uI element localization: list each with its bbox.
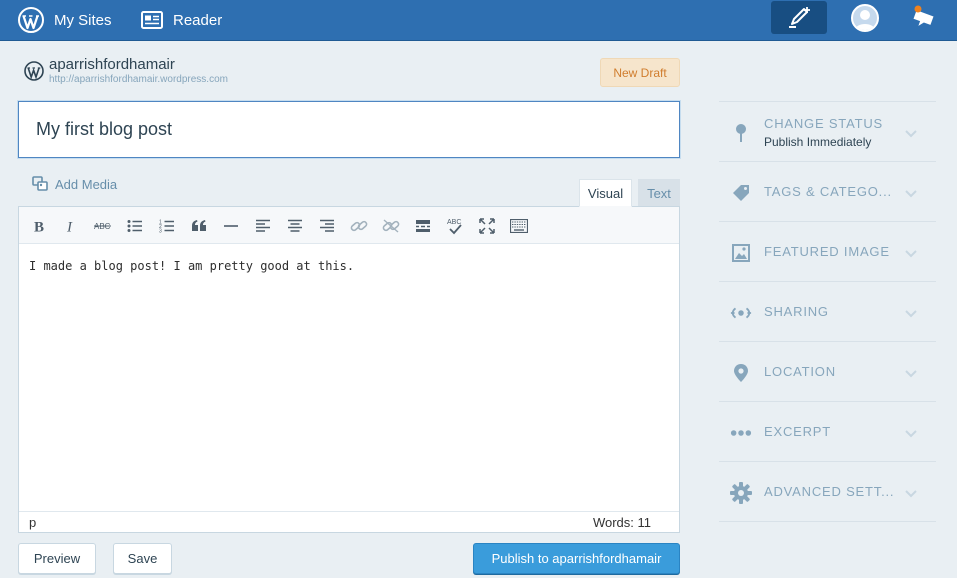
fullscreen-icon <box>479 217 495 234</box>
strikethrough-button[interactable]: ABC <box>90 207 116 244</box>
sidebar-item-location[interactable]: LOCATION <box>719 342 936 402</box>
svg-text:3: 3 <box>159 228 162 233</box>
sidebar-item-featured-image[interactable]: FEATURED IMAGE <box>719 222 936 282</box>
bold-icon: B <box>34 219 44 233</box>
blockquote-button[interactable] <box>186 207 212 244</box>
link-button[interactable] <box>346 207 372 244</box>
svg-text:B: B <box>34 219 44 233</box>
reader-icon <box>141 11 163 29</box>
chevron-down-icon <box>905 370 917 378</box>
sidebar-item-sublabel: Publish Immediately <box>764 135 872 149</box>
align-right-icon <box>320 219 334 232</box>
chevron-down-icon <box>905 250 917 258</box>
chevron-down-icon <box>905 490 917 498</box>
chevron-down-icon <box>905 190 917 198</box>
word-count: Words: 11 <box>592 515 651 530</box>
reader-link[interactable]: Reader <box>141 0 222 40</box>
bold-button[interactable]: B <box>26 207 52 244</box>
sidebar-item-excerpt[interactable]: EXCERPT <box>719 402 936 462</box>
reader-label: Reader <box>173 11 223 29</box>
svg-text:I: I <box>66 219 73 233</box>
add-media-label: Add Media <box>55 176 118 192</box>
avatar-silhouette-icon <box>855 10 875 30</box>
read-more-button[interactable] <box>410 207 436 244</box>
tab-text[interactable]: Text <box>638 179 680 207</box>
align-center-button[interactable] <box>282 207 308 244</box>
tag-icon <box>730 182 752 204</box>
masterbar: My Sites Reader <box>0 0 957 41</box>
my-sites-label: My Sites <box>54 11 112 29</box>
write-icon <box>789 6 810 28</box>
sidebar-item-label: TAGS & CATEGO... <box>764 184 892 199</box>
link-icon <box>350 220 368 231</box>
sidebar-item-change-status[interactable]: CHANGE STATUS Publish Immediately <box>719 102 936 162</box>
gear-icon <box>730 482 752 504</box>
bullet-list-button[interactable] <box>122 207 148 244</box>
publish-button[interactable]: Publish to aparrishfordhamair <box>473 543 680 574</box>
spellcheck-button[interactable]: ABC <box>442 207 468 244</box>
italic-button[interactable]: I <box>58 207 84 244</box>
add-media-button[interactable]: Add Media <box>32 176 117 192</box>
align-right-button[interactable] <box>314 207 340 244</box>
notifications-icon <box>913 5 934 26</box>
blockquote-icon <box>192 219 206 231</box>
chevron-down-icon <box>905 430 917 438</box>
location-icon <box>730 362 752 384</box>
bullet-list-icon <box>127 219 142 232</box>
svg-text:ABC: ABC <box>447 219 461 226</box>
strikethrough-icon: ABC <box>94 222 111 231</box>
my-sites-link[interactable]: My Sites <box>18 0 112 40</box>
chevron-down-icon <box>905 130 917 138</box>
avatar[interactable] <box>851 4 879 32</box>
italic-icon: I <box>66 219 73 233</box>
numbered-list-icon: 123 <box>159 219 174 233</box>
element-path[interactable]: p <box>29 515 36 530</box>
align-left-icon <box>256 219 270 232</box>
post-content[interactable]: I made a blog post! I am pretty good at … <box>19 244 679 288</box>
sidebar-item-tags-categories[interactable]: TAGS & CATEGO... <box>719 162 936 222</box>
toolbar-toggle-icon <box>510 218 528 233</box>
sidebar-item-label: LOCATION <box>764 364 836 379</box>
post-editor: B I ABC 123 ABC I made a blog post! I am… <box>18 206 680 533</box>
ellipsis-icon <box>730 422 752 444</box>
sidebar-item-advanced-settings[interactable]: ADVANCED SETT... <box>719 462 936 522</box>
new-draft-badge: New Draft <box>600 58 680 87</box>
notifications-button[interactable] <box>909 3 937 33</box>
site-logo-icon <box>24 61 44 81</box>
site-url: http://aparrishfordhamair.wordpress.com <box>49 74 228 85</box>
toolbar-toggle-button[interactable] <box>506 207 532 244</box>
align-center-icon <box>288 219 302 232</box>
horizontal-rule-button[interactable] <box>218 207 244 244</box>
fullscreen-button[interactable] <box>474 207 500 244</box>
chevron-down-icon <box>905 310 917 318</box>
save-button[interactable]: Save <box>113 543 172 574</box>
align-left-button[interactable] <box>250 207 276 244</box>
sidebar-item-label: SHARING <box>764 304 829 319</box>
read-more-icon <box>416 219 430 232</box>
pin-icon <box>730 122 752 144</box>
sidebar-item-label: EXCERPT <box>764 424 832 439</box>
sidebar-item-label: ADVANCED SETT... <box>764 484 895 499</box>
unlink-icon <box>382 218 400 233</box>
preview-button[interactable]: Preview <box>18 543 96 574</box>
editor-toolbar: B I ABC 123 ABC <box>19 207 679 244</box>
spellcheck-icon: ABC <box>447 219 462 234</box>
sharing-icon <box>730 302 752 324</box>
post-title-input[interactable]: My first blog post <box>18 101 680 158</box>
editor-status-bar: p Words: 11 <box>19 511 679 532</box>
sidebar-item-label: CHANGE STATUS <box>764 116 883 131</box>
site-title[interactable]: aparrishfordhamair <box>49 56 175 73</box>
add-media-icon <box>32 176 48 191</box>
wordpress-icon <box>18 7 44 33</box>
image-icon <box>730 242 752 264</box>
unlink-button[interactable] <box>378 207 404 244</box>
sidebar-item-label: FEATURED IMAGE <box>764 244 890 259</box>
tab-visual[interactable]: Visual <box>579 179 632 207</box>
horizontal-rule-icon <box>224 224 238 227</box>
write-button[interactable] <box>771 1 827 34</box>
post-settings-sidebar: CHANGE STATUS Publish Immediately TAGS &… <box>719 101 936 522</box>
sidebar-item-sharing[interactable]: SHARING <box>719 282 936 342</box>
numbered-list-button[interactable]: 123 <box>154 207 180 244</box>
